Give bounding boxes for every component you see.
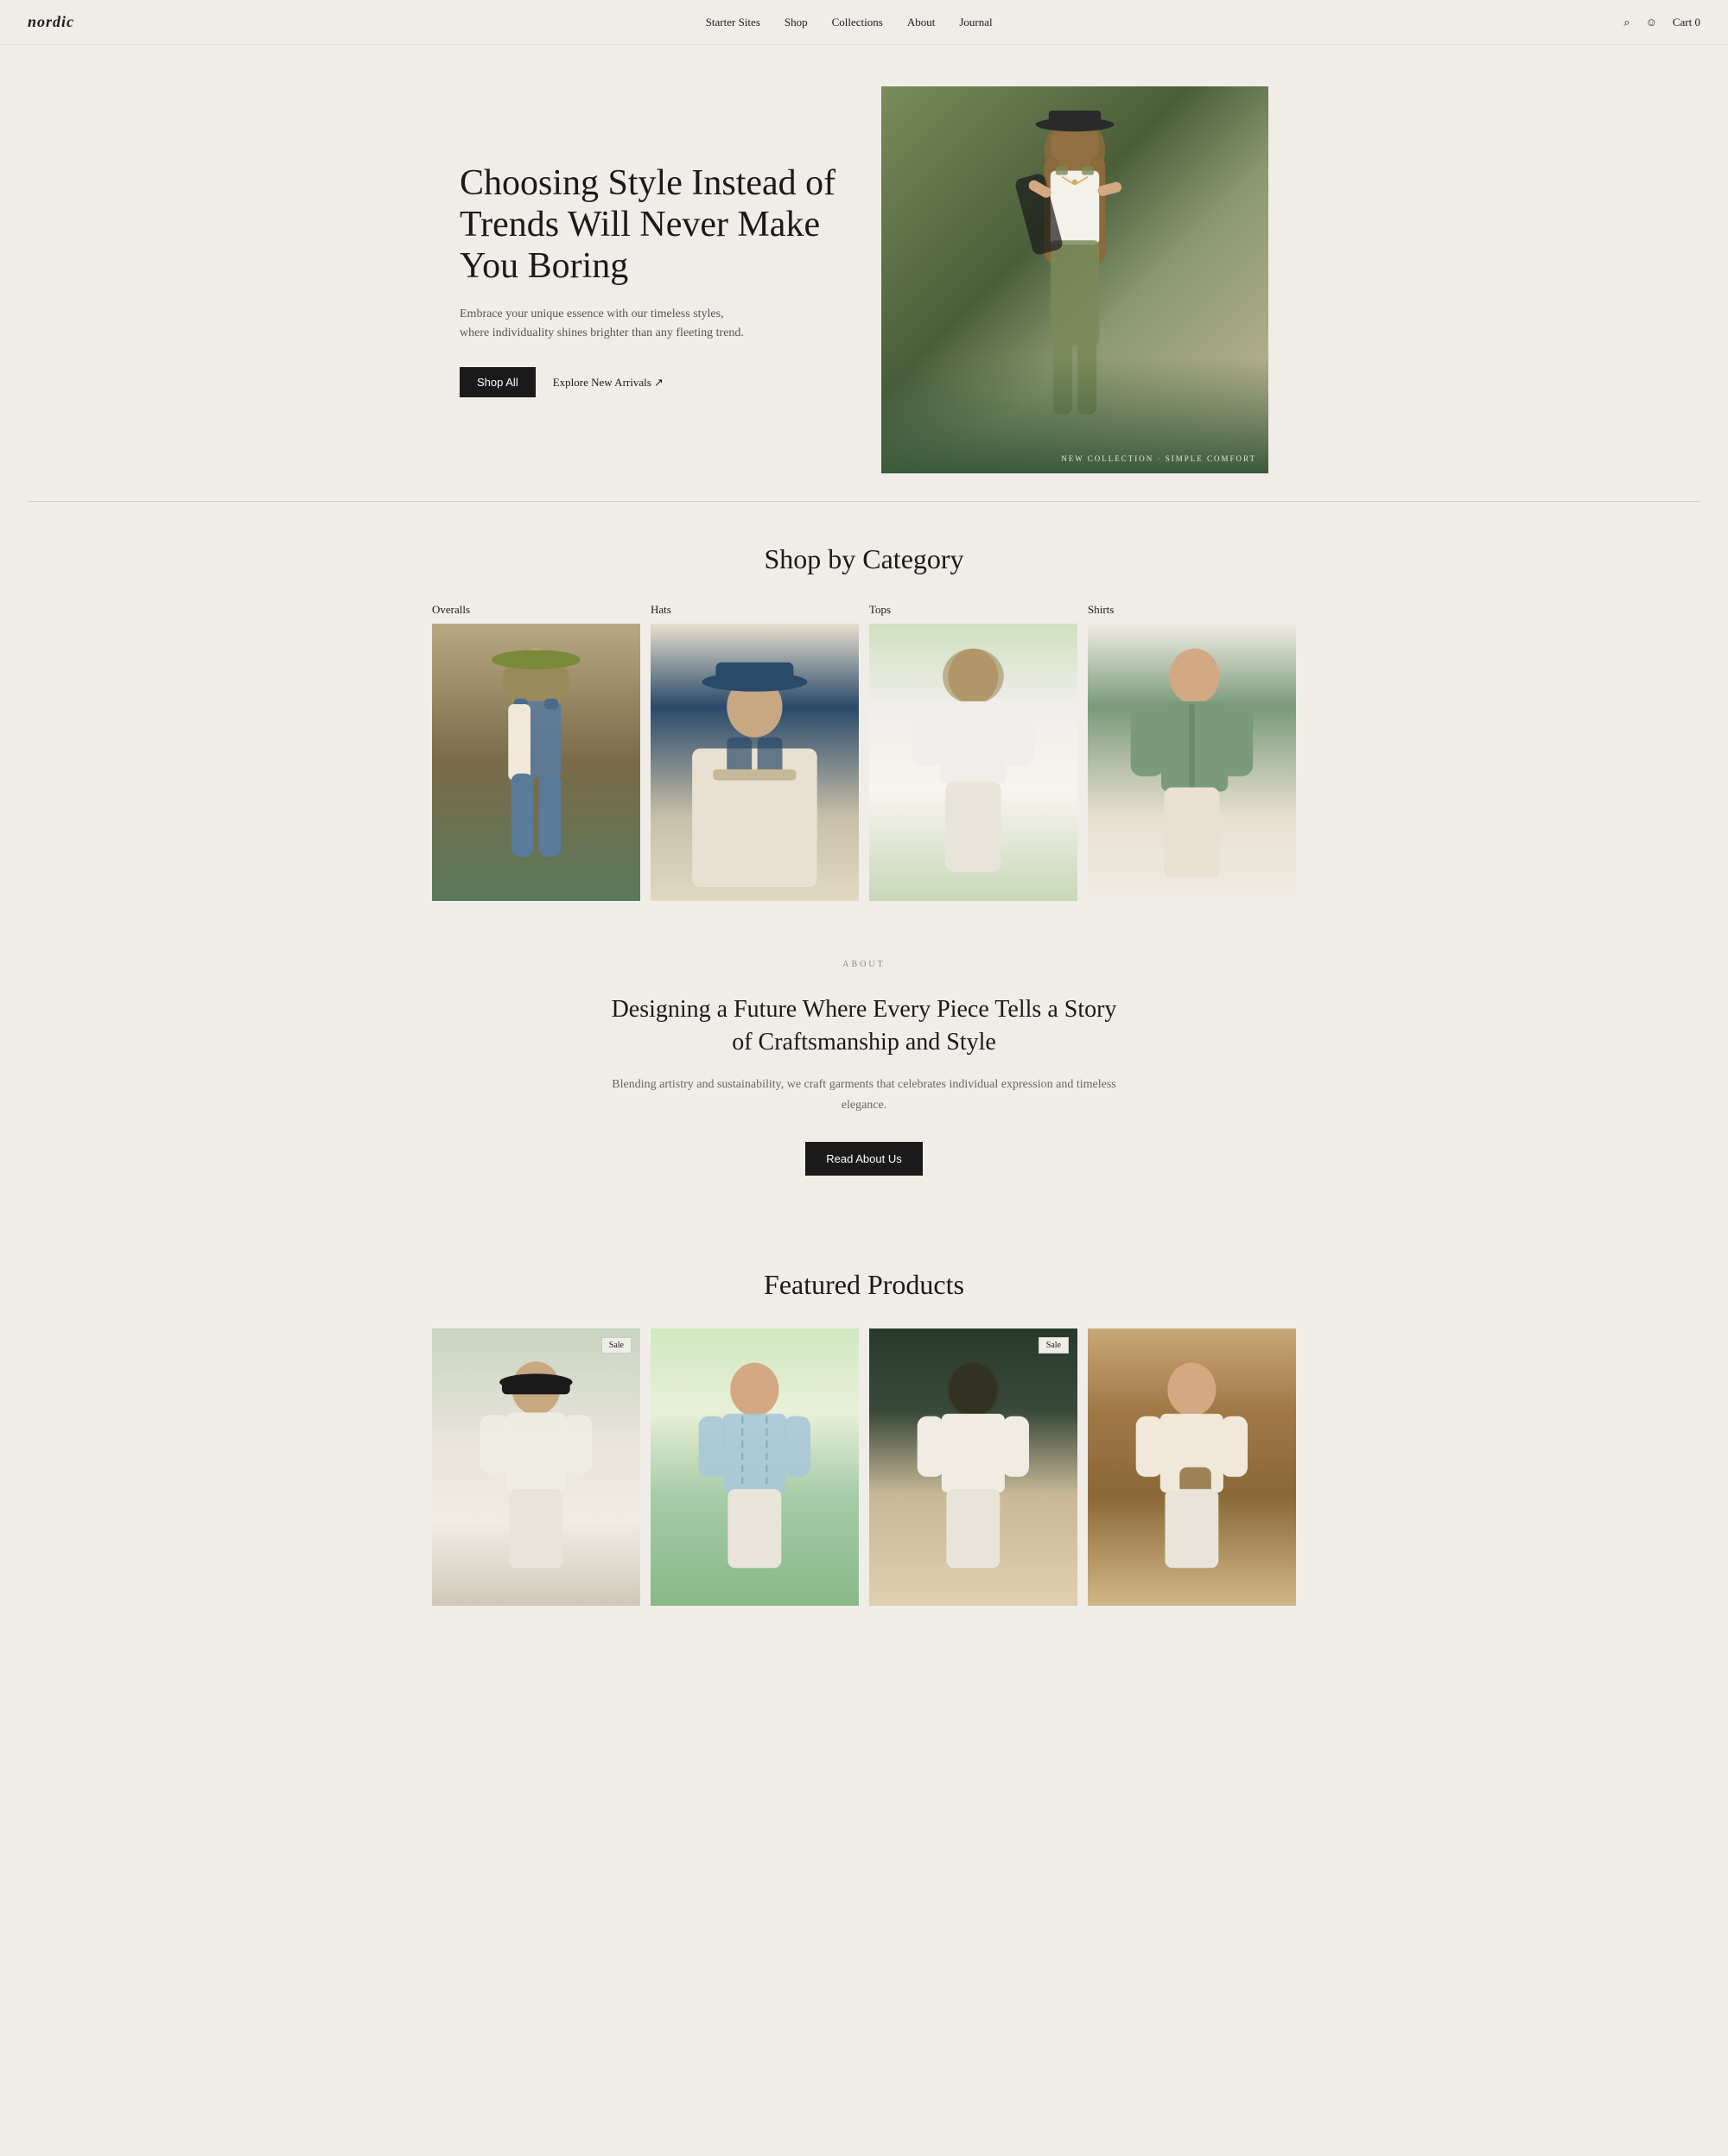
about-title: Designing a Future Where Every Piece Tel… [605,993,1123,1059]
nav-links: Starter Sites Shop Collections About Jou… [706,16,993,29]
category-hats-image [651,624,859,901]
product-image-2 [651,1328,859,1606]
product-figure-4 [1119,1349,1265,1585]
tops-figure [890,637,1057,887]
featured-products-title: Featured Products [28,1269,1700,1301]
nav-starter-sites[interactable]: Starter Sites [706,16,760,29]
nav-collections[interactable]: Collections [832,16,883,29]
hero-image-box: NEW COLLECTION · SIMPLE COMFORT [881,86,1268,473]
about-subtitle: Blending artistry and sustainability, we… [605,1075,1123,1116]
category-overalls-label: Overalls [432,603,640,617]
nav-journal[interactable]: Journal [959,16,992,29]
shop-by-category-section: Shop by Category Overalls [0,502,1728,942]
category-shirts[interactable]: Shirts [1088,603,1296,901]
category-tops[interactable]: Tops [869,603,1077,901]
shirts-figure [1109,637,1275,887]
product-figure-1 [463,1349,609,1585]
product-grid: Sale [432,1328,1296,1606]
cart-label[interactable]: Cart 0 [1673,16,1700,29]
search-icon[interactable]: ⌕ [1623,16,1630,29]
category-overalls[interactable]: Overalls [432,603,640,901]
product-item-2[interactable] [651,1328,859,1606]
account-icon[interactable]: ☺ [1646,16,1657,29]
logo[interactable]: nordic [28,13,74,31]
nav-about[interactable]: About [907,16,936,29]
shop-by-category-title: Shop by Category [28,543,1700,575]
hats-figure [671,637,838,887]
category-shirts-label: Shirts [1088,603,1296,617]
category-tops-image [869,624,1077,901]
product-image-3 [869,1328,1077,1606]
product-image-4 [1088,1328,1296,1606]
about-label: ABOUT [605,960,1123,969]
category-hats-label: Hats [651,603,859,617]
hero-image-label: NEW COLLECTION · SIMPLE COMFORT [881,454,1256,463]
category-overalls-image [432,624,640,901]
hero-text: Choosing Style Instead of Trends Will Ne… [460,162,847,398]
read-about-us-button[interactable]: Read About Us [805,1142,922,1176]
shop-all-button[interactable]: Shop All [460,367,536,397]
explore-link[interactable]: Explore New Arrivals ↗ [553,376,664,390]
category-hats[interactable]: Hats [651,603,859,901]
product-figure-3 [900,1349,1046,1585]
category-tops-label: Tops [869,603,1077,617]
featured-products-section: Featured Products Sale [0,1227,1728,1647]
product-item-1[interactable]: Sale [432,1328,640,1606]
category-shirts-image [1088,624,1296,901]
navbar: nordic Starter Sites Shop Collections Ab… [0,0,1728,45]
hero-title: Choosing Style Instead of Trends Will Ne… [460,162,847,288]
hero-section: Choosing Style Instead of Trends Will Ne… [432,45,1296,501]
product-item-3[interactable]: Sale [869,1328,1077,1606]
about-section: ABOUT Designing a Future Where Every Pie… [0,942,1728,1227]
product-figure-2 [682,1349,828,1585]
overalls-figure [453,637,619,887]
nav-right: ⌕ ☺ Cart 0 [1623,16,1700,29]
product-image-1 [432,1328,640,1606]
hero-image: NEW COLLECTION · SIMPLE COMFORT [881,86,1268,473]
product-item-4[interactable] [1088,1328,1296,1606]
category-grid: Overalls [432,603,1296,901]
hero-subtitle: Embrace your unique essence with our tim… [460,305,753,344]
hero-buttons: Shop All Explore New Arrivals ↗ [460,367,847,397]
nav-shop[interactable]: Shop [785,16,808,29]
